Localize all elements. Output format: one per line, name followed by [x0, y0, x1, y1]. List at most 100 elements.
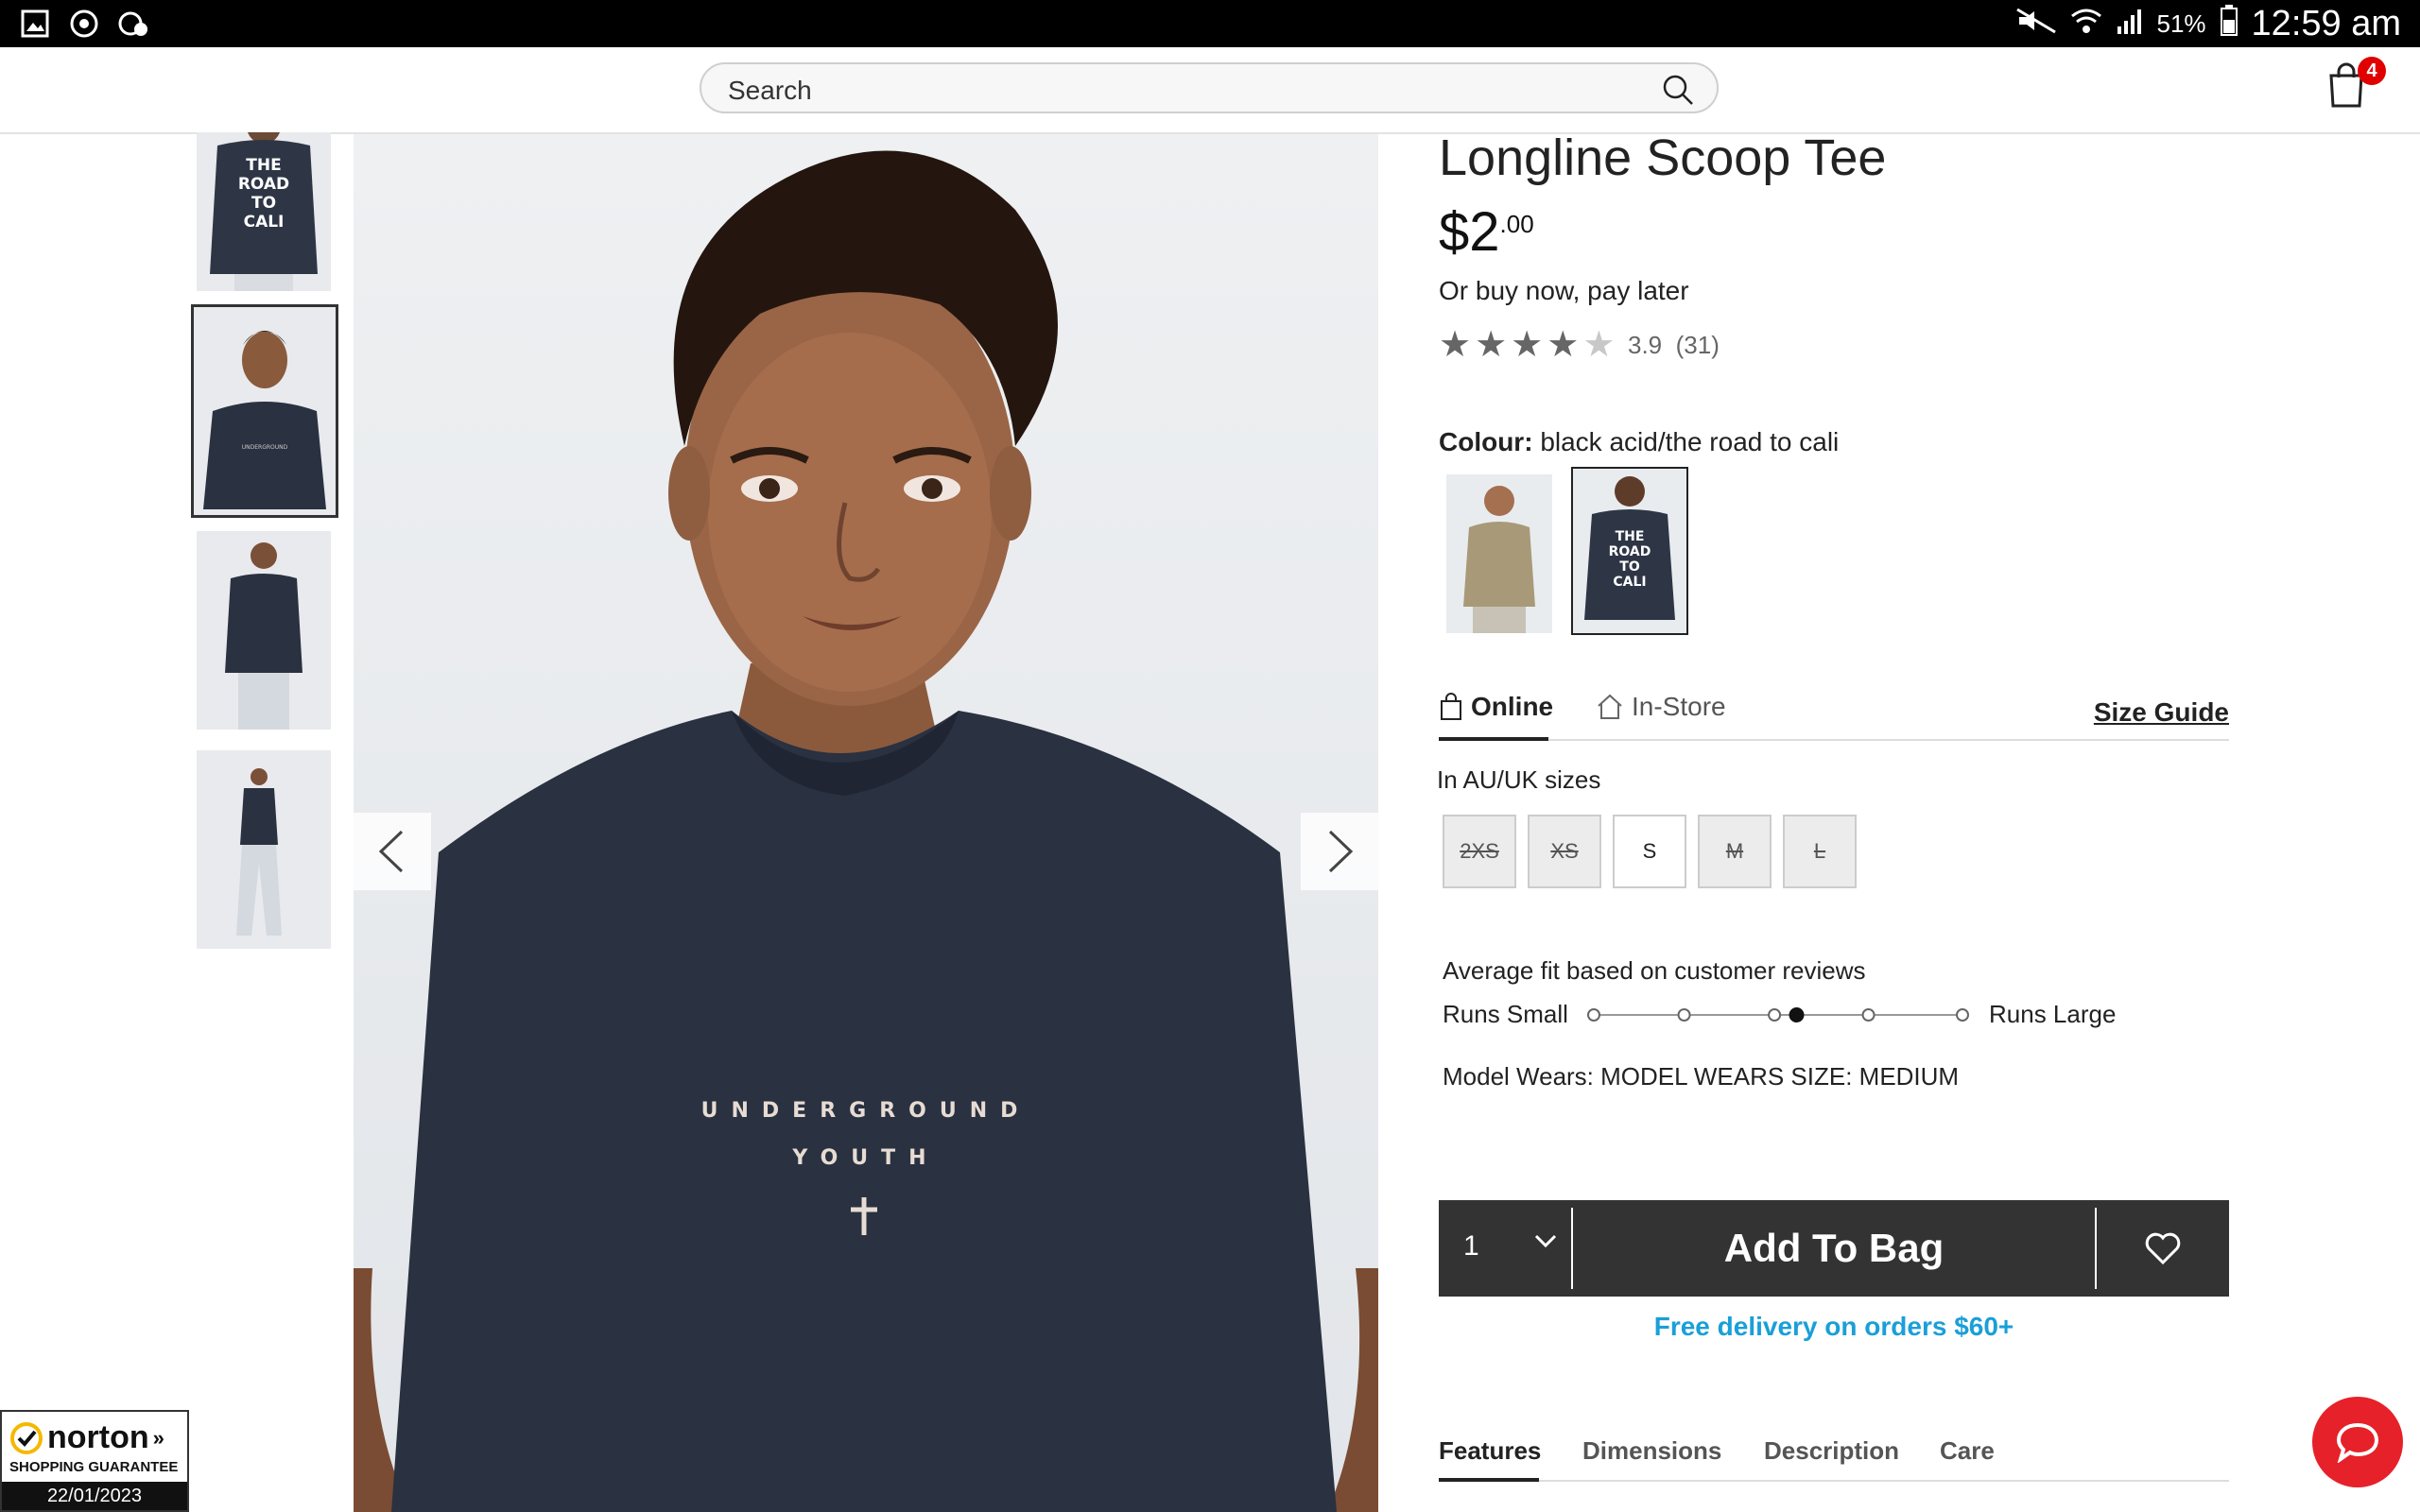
- tab-care[interactable]: Care: [1940, 1436, 1995, 1466]
- thumbnail-4[interactable]: [197, 750, 331, 949]
- fit-scale-marker: [1789, 1007, 1805, 1022]
- norton-date: 22/01/2023: [2, 1482, 187, 1510]
- battery-percent: 51%: [2156, 9, 2206, 38]
- review-count[interactable]: (31): [1676, 331, 1720, 359]
- tab-description[interactable]: Description: [1764, 1436, 1899, 1466]
- tab-in-store-label: In-Store: [1632, 692, 1726, 721]
- search-input[interactable]: Search: [700, 62, 1719, 113]
- wishlist-button[interactable]: [2097, 1200, 2229, 1297]
- norton-brand: norton: [47, 1419, 149, 1455]
- size-option[interactable]: 2XS: [1443, 815, 1516, 888]
- norton-logo: norton »: [9, 1419, 164, 1456]
- tab-features[interactable]: Features: [1439, 1436, 1541, 1466]
- norton-subtitle: SHOPPING GUARANTEE: [9, 1459, 179, 1475]
- add-to-bag-button[interactable]: Add To Bag: [1573, 1200, 2095, 1297]
- details-tabs: Features Dimensions Description Care: [1439, 1421, 2229, 1482]
- mute-icon: [2015, 8, 2057, 41]
- previous-image-button[interactable]: [354, 813, 431, 890]
- battery-icon: [2220, 5, 2238, 43]
- fit-scale-tick: [1768, 1008, 1782, 1022]
- cart-count-badge: 4: [2358, 57, 2386, 85]
- tab-online[interactable]: Online: [1439, 692, 1553, 722]
- norton-shopping-guarantee-badge[interactable]: norton » SHOPPING GUARANTEE 22/01/2023: [0, 1410, 189, 1512]
- tee-print-line2: YOUTH: [791, 1146, 939, 1170]
- signal-icon: [2116, 8, 2144, 41]
- main-product-image: UNDERGROUND YOUTH: [354, 134, 1378, 1512]
- rating-value: 3.9: [1628, 331, 1663, 359]
- fit-runs-large: Runs Large: [1989, 1000, 2117, 1028]
- thumbnail-1[interactable]: THE ROAD TO CALI: [197, 132, 331, 291]
- double-chevron-icon: »: [152, 1425, 164, 1450]
- gallery-icon: [19, 8, 51, 40]
- chevron-left-icon: [378, 830, 404, 873]
- wifi-icon: [2070, 7, 2102, 42]
- star-icon: ★: [1439, 325, 1472, 365]
- chevron-right-icon: [1328, 830, 1354, 873]
- size-option[interactable]: S: [1613, 815, 1686, 888]
- size-guide-link[interactable]: Size Guide: [2094, 697, 2229, 728]
- add-to-bag-bar: 1 Add To Bag: [1439, 1200, 2229, 1297]
- tab-in-store[interactable]: In-Store: [1596, 692, 1726, 722]
- thumbnail-3[interactable]: [197, 531, 331, 730]
- sizes-label: In AU/UK sizes: [1437, 765, 1601, 794]
- chevron-down-icon[interactable]: [1533, 1227, 1558, 1257]
- search-placeholder: Search: [728, 76, 812, 105]
- active-tab-indicator: [1439, 737, 1548, 741]
- fit-runs-small: Runs Small: [1443, 1000, 1568, 1028]
- chrome-info-icon: [117, 8, 149, 40]
- shopping-bag-icon: [1441, 693, 1461, 720]
- thumbnail-2-selected[interactable]: UNDERGROUND: [191, 304, 338, 518]
- star-icon: ★: [1511, 325, 1544, 365]
- checkmark-icon: [10, 1421, 43, 1454]
- price-cents: .00: [1499, 210, 1534, 238]
- fit-scale-tick: [1956, 1008, 1969, 1022]
- quantity-value[interactable]: 1: [1463, 1230, 1479, 1263]
- swatch-text-1: THE: [1616, 529, 1645, 544]
- tab-dimensions[interactable]: Dimensions: [1582, 1436, 1721, 1466]
- star-icon: ★: [1475, 325, 1508, 365]
- size-option[interactable]: M: [1698, 815, 1772, 888]
- fit-scale: [1587, 1007, 1969, 1022]
- fit-scale-tick: [1861, 1008, 1876, 1022]
- buy-now-pay-later-text: Or buy now, pay later: [1439, 276, 1689, 305]
- tab-online-label: Online: [1471, 692, 1554, 721]
- clock: 12:59 am: [2251, 4, 2401, 43]
- colour-swatch-khaki[interactable]: [1446, 474, 1552, 633]
- star-icon: ★: [1547, 325, 1580, 365]
- svg-text:UNDERGROUND: UNDERGROUND: [242, 444, 288, 451]
- status-system: 51% 12:59 am: [2015, 4, 2401, 44]
- next-image-button[interactable]: [1301, 813, 1378, 890]
- colour-value: black acid/the road to cali: [1540, 427, 1840, 456]
- price-dollars: $2: [1439, 201, 1500, 263]
- size-option[interactable]: XS: [1528, 815, 1601, 888]
- chat-bubble-icon: [2336, 1422, 2379, 1463]
- active-tab-indicator: [1439, 1478, 1539, 1482]
- status-bar: 51% 12:59 am: [0, 0, 2420, 47]
- tee-print-line1: UNDERGROUND: [701, 1099, 1031, 1123]
- availability-tabs: Online In-Store Size Guide: [1439, 684, 2229, 741]
- product-title: Longline Scoop Tee: [1439, 129, 1887, 186]
- search-icon[interactable]: [1662, 74, 1693, 105]
- product-price: $2.00: [1439, 200, 1534, 264]
- star-icon: ★: [1582, 325, 1616, 365]
- store-icon: [1598, 694, 1622, 719]
- rating-summary: 3.9 (31): [1628, 331, 1720, 360]
- svg-text:ROAD: ROAD: [238, 175, 289, 194]
- size-option[interactable]: L: [1783, 815, 1857, 888]
- colour-label: Colour:: [1439, 427, 1533, 456]
- svg-text:TO: TO: [251, 194, 276, 213]
- colour-swatch-black-acid-selected[interactable]: THE ROAD TO CALI: [1571, 467, 1688, 635]
- chrome-icon: [68, 8, 100, 40]
- fit-scale-tick: [1677, 1008, 1691, 1022]
- model-wears: Model Wears: MODEL WEARS SIZE: MEDIUM: [1443, 1062, 1960, 1091]
- rating-stars: ★ ★ ★ ★ ★: [1439, 327, 1615, 363]
- status-notifications: [19, 8, 149, 40]
- svg-text:CALI: CALI: [244, 213, 285, 232]
- fit-scale-tick: [1587, 1008, 1600, 1022]
- chat-button[interactable]: [2312, 1397, 2403, 1487]
- fit-title: Average fit based on customer reviews: [1443, 956, 1866, 985]
- colour-selector-label: Colour: black acid/the road to cali: [1439, 427, 1839, 457]
- svg-text:THE: THE: [246, 156, 281, 175]
- swatch-text-3: TO: [1619, 559, 1640, 575]
- swatch-text-4: CALI: [1613, 575, 1646, 590]
